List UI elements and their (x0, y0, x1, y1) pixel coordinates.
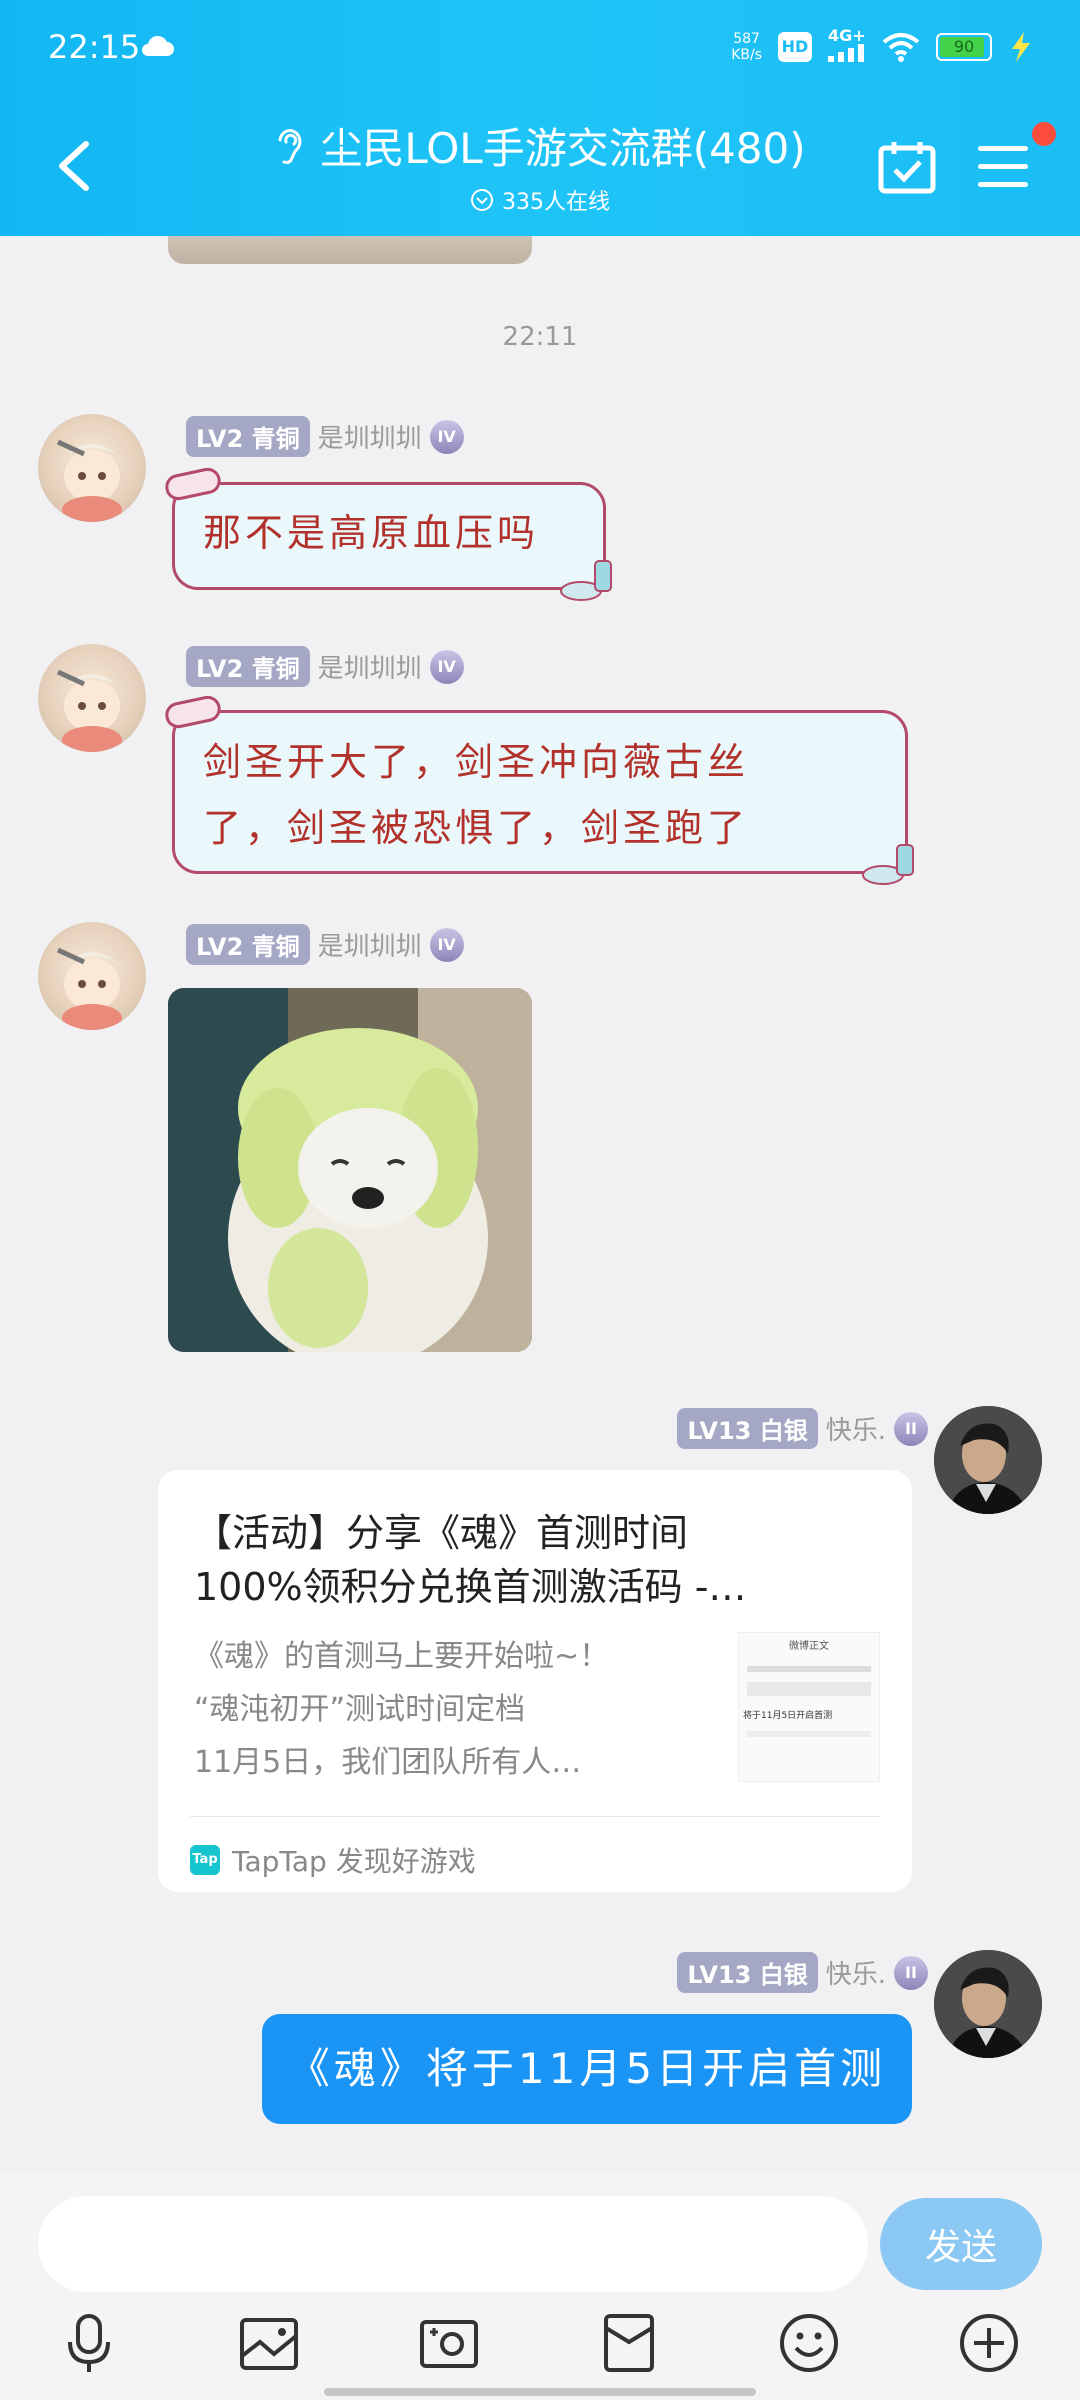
sender-name[interactable]: 快乐. (826, 1410, 886, 1447)
avatar[interactable] (38, 922, 146, 1030)
message-text-line: 了，剑圣被恐惧了，剑圣跑了 (203, 806, 750, 850)
share-source: Tap TapTap 发现好游戏 (190, 1840, 476, 1880)
status-bar: 22:15 587 KB/s HD 4G+ 90 (0, 0, 1080, 100)
camera-icon[interactable] (418, 2312, 480, 2374)
sender-name[interactable]: 是圳圳圳 (318, 418, 422, 455)
bubble-decoration-icon (560, 560, 612, 601)
sender-meta: LV2 青铜 是圳圳圳 IV (186, 646, 464, 687)
microphone-icon[interactable] (58, 2312, 120, 2374)
network-speed: 587 KB/s (731, 31, 762, 63)
sender-meta: LV13 白银 快乐. II (677, 1952, 928, 1993)
emoji-icon[interactable] (778, 2312, 840, 2374)
notification-dot (1032, 122, 1056, 146)
rank-icon: II (894, 1411, 928, 1446)
share-card-message[interactable]: 【活动】分享《魂》首测时间 100%领积分兑换首测激活码 -… 《魂》的首测马上… (158, 1470, 912, 1892)
chat-header: 22:15 587 KB/s HD 4G+ 90 尘民LOL手游交流群(480)… (0, 0, 1080, 236)
input-area: 发送 (0, 2172, 1080, 2400)
message-input[interactable] (38, 2196, 868, 2292)
chat-area[interactable]: 22:11 LV2 青铜 是圳圳圳 IV 那不是高原血压吗 LV2 青铜 是圳圳… (0, 236, 1080, 2172)
wifi-icon (882, 33, 920, 62)
charging-icon (1012, 32, 1030, 62)
share-title: 【活动】分享《魂》首测时间 100%领积分兑换首测激活码 -… (194, 1511, 747, 1609)
rank-icon: IV (429, 927, 464, 962)
previous-image-message[interactable] (168, 236, 532, 264)
taptap-logo-icon: Tap (190, 1845, 220, 1875)
man-avatar-image (934, 1406, 1042, 1514)
message-bubble[interactable]: 那不是高原血压吗 (162, 465, 612, 601)
message-bubble[interactable]: 《魂》将于11月5日开启首测 (262, 2014, 912, 2124)
image-icon[interactable] (238, 2312, 300, 2374)
red-packet-icon[interactable] (598, 2312, 660, 2374)
anime-avatar-image (56, 947, 126, 1030)
home-indicator[interactable] (324, 2388, 756, 2396)
menu-button[interactable] (978, 146, 1028, 188)
send-button[interactable]: 发送 (880, 2198, 1042, 2290)
sender-meta: LV2 青铜 是圳圳圳 IV (186, 416, 464, 457)
avatar[interactable] (934, 1406, 1042, 1514)
message-bubble[interactable]: 剑圣开大了，剑圣冲向薇古丝 了，剑圣被恐惧了，剑圣跑了 (162, 693, 914, 885)
bubble-decoration-icon (162, 693, 224, 731)
cellular-signal-icon: 4G+ (828, 28, 866, 66)
battery-icon: 90 (936, 33, 992, 61)
ear-icon (278, 128, 302, 164)
anime-avatar-image (56, 669, 126, 752)
chevron-down-circle-icon (471, 189, 493, 211)
sender-meta: LV2 青铜 是圳圳圳 IV (186, 924, 464, 965)
rank-icon: IV (429, 649, 464, 684)
avatar[interactable] (934, 1950, 1042, 2058)
level-badge: LV13 白银 (677, 1408, 818, 1449)
man-avatar-image (934, 1950, 1042, 2058)
bubble-decoration-icon (162, 465, 224, 503)
message-text-line: 剑圣开大了，剑圣冲向薇古丝 (203, 740, 750, 784)
sender-name[interactable]: 是圳圳圳 (318, 926, 422, 963)
group-name: 尘民LOL手游交流群(480) (320, 124, 806, 173)
bubble-decoration-icon (862, 844, 914, 885)
share-thumbnail: 微博正文 将于11月5日开启首测 (738, 1632, 880, 1782)
rank-icon: IV (429, 419, 464, 454)
image-message[interactable] (168, 988, 532, 1352)
level-badge: LV2 青铜 (186, 646, 310, 687)
rank-icon: II (894, 1955, 928, 1990)
dog-cabbage-image (168, 988, 532, 1352)
message-text: 《魂》将于11月5日开启首测 (287, 2044, 887, 2093)
status-time: 22:15 (48, 28, 141, 66)
avatar[interactable] (38, 644, 146, 752)
avatar[interactable] (38, 414, 146, 522)
input-toolbar (0, 2302, 1080, 2392)
share-description: 《魂》的首测马上要开始啦~！ “魂沌初开”测试时间定档 11月5日，我们团队所有… (194, 1639, 610, 1780)
hd-icon: HD (778, 32, 812, 62)
level-badge: LV13 白银 (677, 1952, 818, 1993)
sender-meta: LV13 白银 快乐. II (677, 1408, 928, 1449)
calendar-check-button[interactable] (878, 140, 936, 194)
sender-name[interactable]: 快乐. (826, 1954, 886, 1991)
level-badge: LV2 青铜 (186, 416, 310, 457)
plus-icon[interactable] (958, 2312, 1020, 2374)
level-badge: LV2 青铜 (186, 924, 310, 965)
anime-avatar-image (56, 439, 126, 522)
timestamp: 22:11 (502, 322, 578, 352)
message-text: 那不是高原血压吗 (203, 511, 540, 555)
battery-level: 90 (953, 37, 975, 56)
sender-name[interactable]: 是圳圳圳 (318, 648, 422, 685)
group-title: 尘民LOL手游交流群(480) (274, 115, 806, 176)
online-count: 335人在线 (470, 184, 610, 216)
cloud-icon (142, 35, 174, 56)
divider (190, 1816, 880, 1817)
status-indicators: 587 KB/s HD 4G+ 90 (731, 28, 1034, 66)
